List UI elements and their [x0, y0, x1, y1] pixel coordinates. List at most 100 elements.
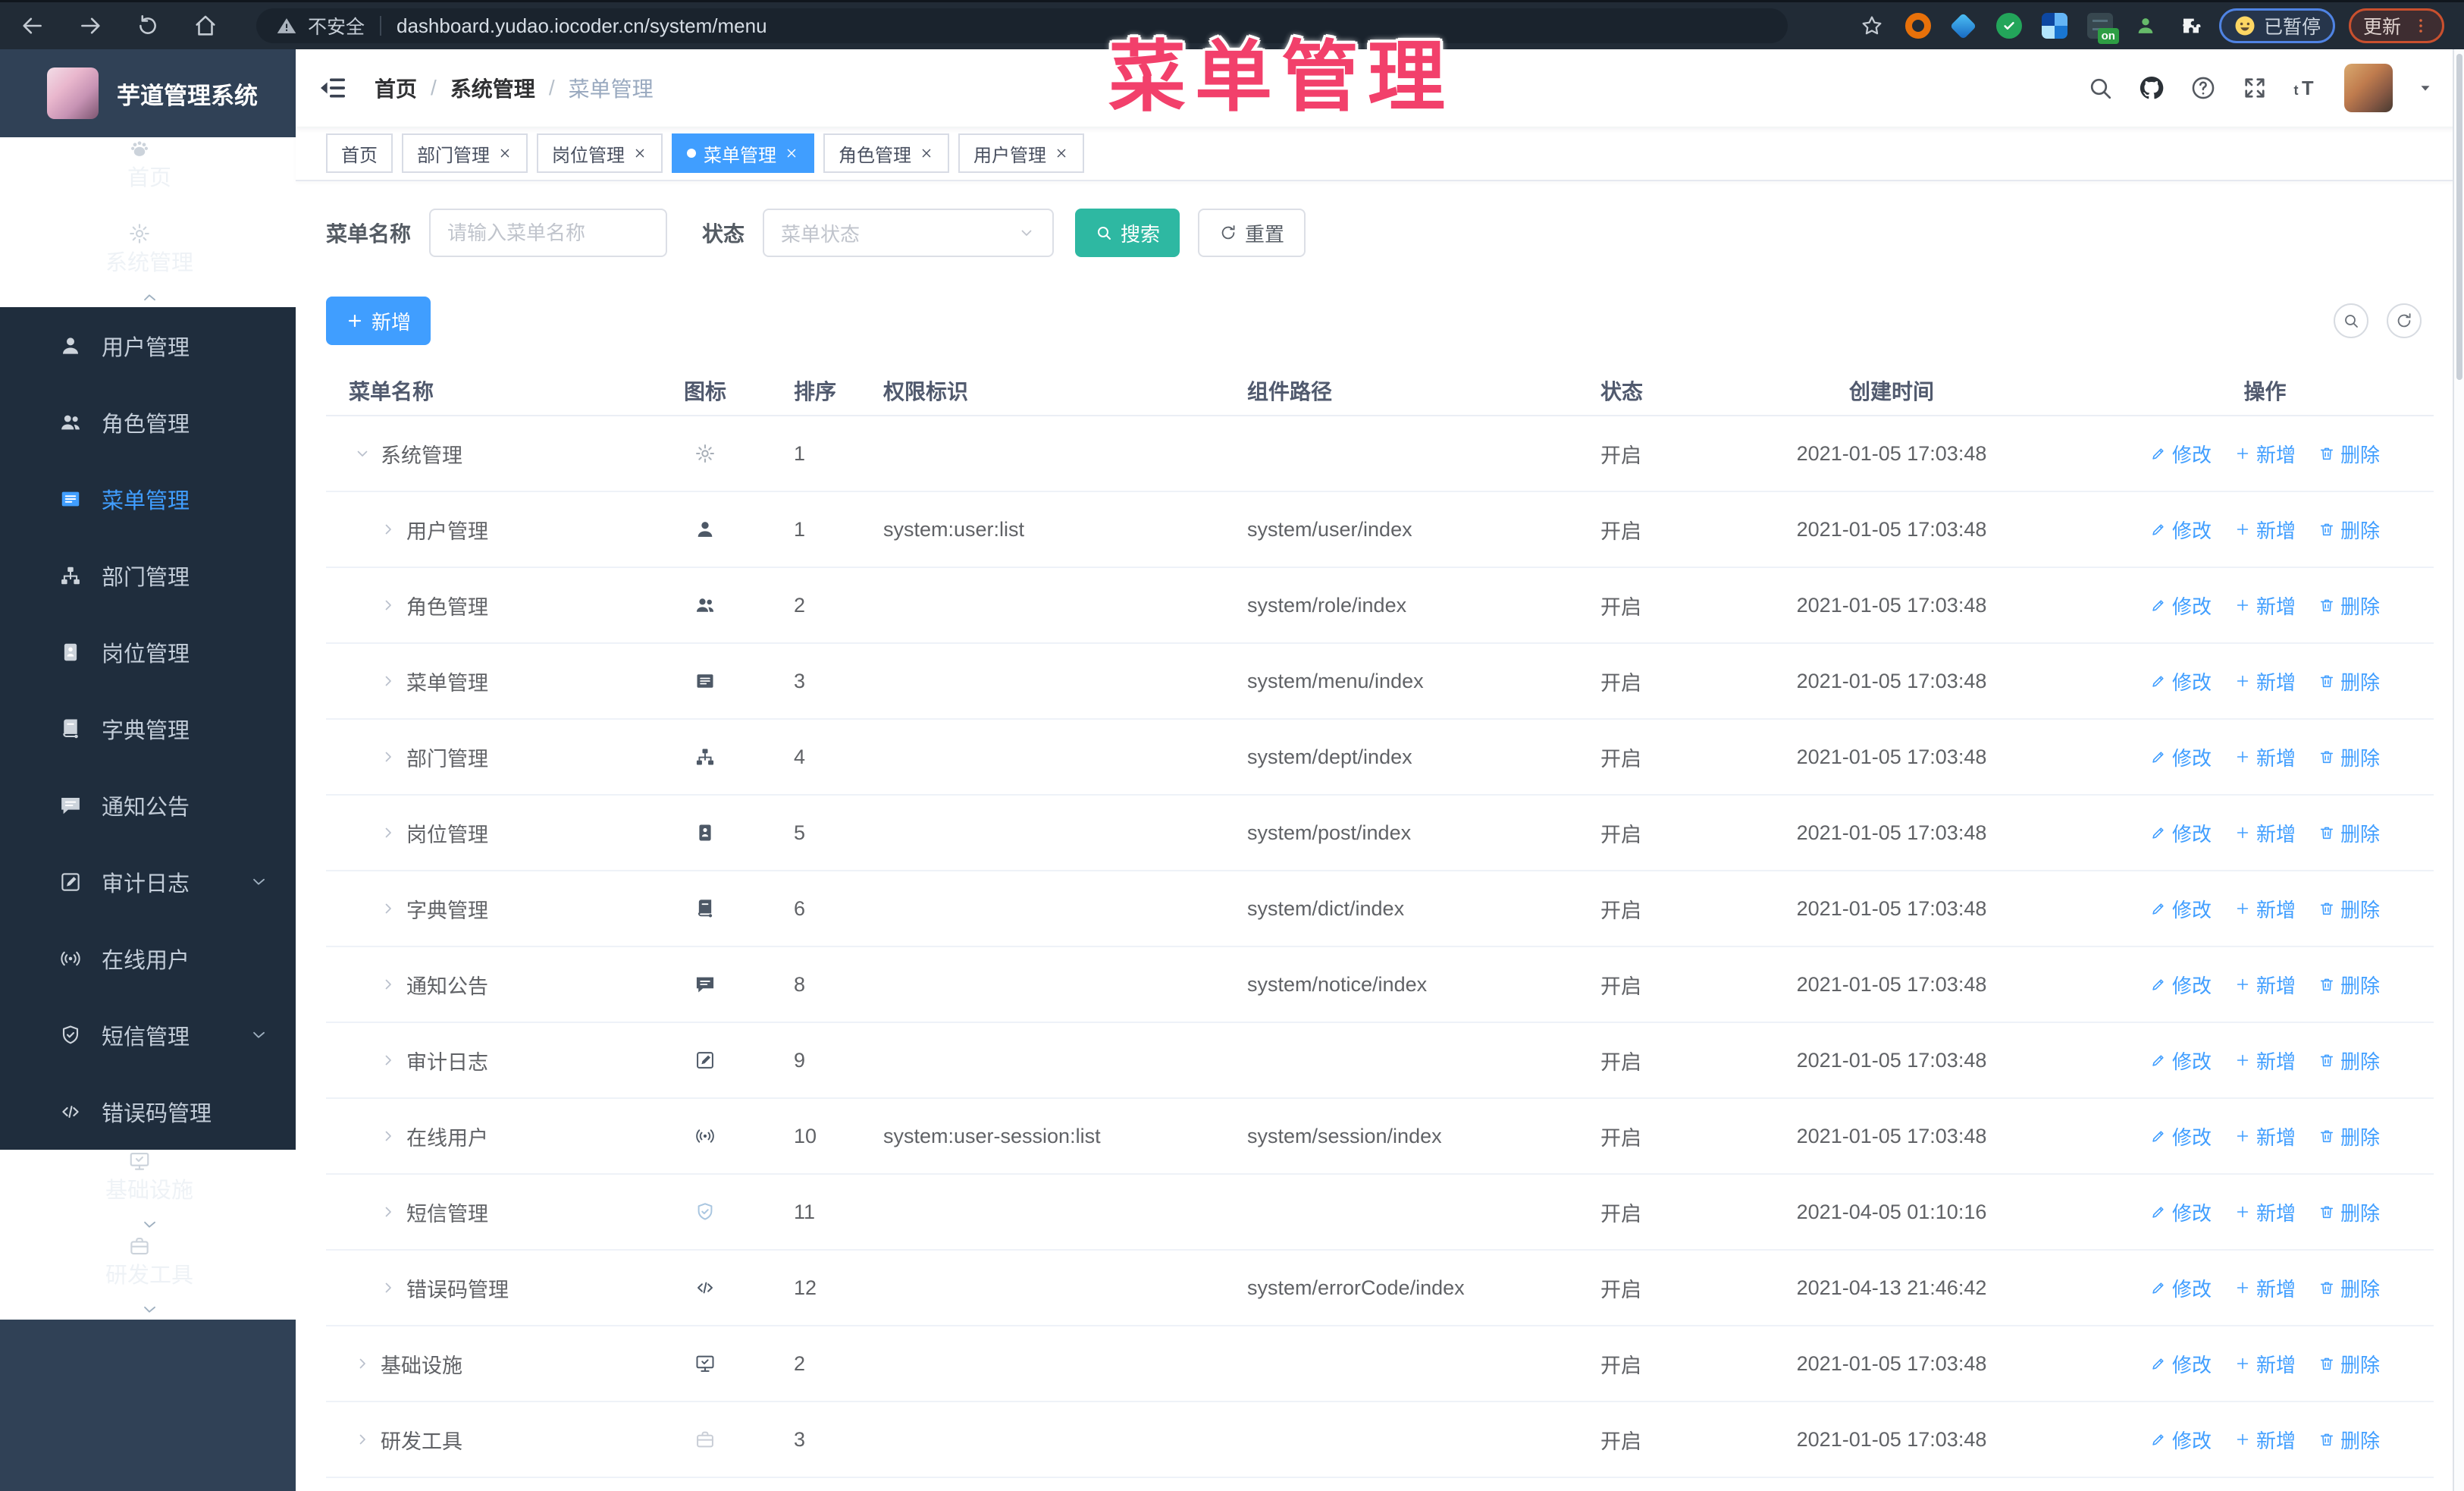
- delete-link[interactable]: 删除: [2318, 592, 2380, 620]
- status-select[interactable]: 菜单状态: [763, 209, 1055, 257]
- add-button[interactable]: 新增: [326, 297, 431, 345]
- browser-menu-dots-icon[interactable]: [2412, 17, 2430, 35]
- sidebar-item-notice[interactable]: 通知公告: [0, 767, 296, 843]
- sidebar-item-dept[interactable]: 部门管理: [0, 537, 296, 614]
- forward-icon[interactable]: [77, 13, 103, 39]
- tab-home[interactable]: 首页: [326, 133, 393, 173]
- edit-link[interactable]: 修改: [2150, 1426, 2212, 1454]
- add-child-link[interactable]: 新增: [2234, 819, 2296, 847]
- sidebar-item-audit-log[interactable]: 审计日志: [0, 843, 296, 920]
- edit-link[interactable]: 修改: [2150, 1047, 2212, 1075]
- sidebar-collapse-icon[interactable]: [318, 73, 349, 103]
- extension-icon-green-check[interactable]: [1995, 13, 2022, 39]
- delete-link[interactable]: 删除: [2318, 440, 2380, 468]
- add-child-link[interactable]: 新增: [2234, 1350, 2296, 1378]
- breadcrumb-system[interactable]: 系统管理: [450, 73, 535, 103]
- home-icon[interactable]: [193, 13, 218, 39]
- add-child-link[interactable]: 新增: [2234, 592, 2296, 620]
- search-icon[interactable]: [2086, 74, 2114, 102]
- search-button[interactable]: 搜索: [1075, 209, 1180, 257]
- menu-name-input[interactable]: [429, 209, 668, 257]
- address-bar[interactable]: 不安全 dashboard.yudao.iocoder.cn/system/me…: [256, 8, 1788, 43]
- app-logo[interactable]: 芋道管理系统: [0, 49, 296, 137]
- sidebar-item-infra[interactable]: 基础设施: [0, 1150, 296, 1235]
- table-row[interactable]: 在线用户 10 system:user-session:list system/ses…: [326, 1099, 2434, 1175]
- tab-menu[interactable]: 菜单管理: [672, 133, 814, 173]
- delete-link[interactable]: 删除: [2318, 1047, 2380, 1075]
- add-child-link[interactable]: 新增: [2234, 971, 2296, 999]
- extension-icon-person[interactable]: [2133, 13, 2158, 39]
- table-row[interactable]: 研发工具 3 开启 2021-01-05 17:03:48 修改 新增 删除: [326, 1402, 2434, 1478]
- table-row[interactable]: 通知公告 8 system/notice/index 开启 2021-01-05 17:…: [326, 947, 2434, 1023]
- toggle-search-button[interactable]: [2334, 303, 2368, 338]
- edit-link[interactable]: 修改: [2150, 1122, 2212, 1150]
- table-row[interactable]: 字典管理 6 system/dict/index 开启 2021-01-05 17:03…: [326, 871, 2434, 947]
- sidebar-item-role[interactable]: 角色管理: [0, 384, 296, 460]
- extension-icon-gem[interactable]: [1950, 12, 1977, 39]
- tab-role[interactable]: 角色管理: [823, 133, 949, 173]
- avatar[interactable]: [2344, 64, 2393, 112]
- sidebar-item-dict[interactable]: 字典管理: [0, 690, 296, 767]
- edit-link[interactable]: 修改: [2150, 971, 2212, 999]
- delete-link[interactable]: 删除: [2318, 971, 2380, 999]
- github-icon[interactable]: [2138, 74, 2165, 102]
- sidebar-item-system[interactable]: 系统管理: [0, 222, 296, 307]
- add-child-link[interactable]: 新增: [2234, 1426, 2296, 1454]
- edit-link[interactable]: 修改: [2150, 516, 2212, 544]
- table-row[interactable]: 系统管理 1 开启 2021-01-05 17:03:48 修改 新增 删除: [326, 416, 2434, 492]
- add-child-link[interactable]: 新增: [2234, 440, 2296, 468]
- tab-post[interactable]: 岗位管理: [537, 133, 663, 173]
- reload-icon[interactable]: [135, 13, 161, 39]
- edit-link[interactable]: 修改: [2150, 743, 2212, 771]
- delete-link[interactable]: 删除: [2318, 1426, 2380, 1454]
- delete-link[interactable]: 删除: [2318, 667, 2380, 695]
- table-row[interactable]: 菜单管理 3 system/menu/index 开启 2021-01-05 17:03…: [326, 644, 2434, 720]
- bookmark-star-icon[interactable]: [1860, 14, 1884, 38]
- edit-link[interactable]: 修改: [2150, 440, 2212, 468]
- table-row[interactable]: 短信管理 11 开启 2021-04-05 01:10:16 修改 新增 删除: [326, 1175, 2434, 1251]
- add-child-link[interactable]: 新增: [2234, 1198, 2296, 1226]
- browser-update-button[interactable]: 更新: [2348, 8, 2444, 43]
- edit-link[interactable]: 修改: [2150, 667, 2212, 695]
- help-icon[interactable]: [2190, 74, 2217, 102]
- fullscreen-icon[interactable]: [2241, 74, 2268, 102]
- delete-link[interactable]: 删除: [2318, 743, 2380, 771]
- delete-link[interactable]: 删除: [2318, 1122, 2380, 1150]
- page-scrollbar[interactable]: [2453, 49, 2464, 1491]
- edit-link[interactable]: 修改: [2150, 819, 2212, 847]
- extension-paused-badge[interactable]: 已暂停: [2218, 8, 2335, 43]
- sidebar-item-menu[interactable]: 菜单管理: [0, 460, 296, 537]
- extension-icon-server[interactable]: on: [2086, 13, 2119, 44]
- sidebar-item-post[interactable]: 岗位管理: [0, 614, 296, 690]
- add-child-link[interactable]: 新增: [2234, 1274, 2296, 1302]
- table-row[interactable]: 部门管理 4 system/dept/index 开启 2021-01-05 17:03…: [326, 720, 2434, 796]
- chevron-down-icon[interactable]: [2417, 80, 2434, 96]
- sidebar-item-user[interactable]: 用户管理: [0, 307, 296, 384]
- add-child-link[interactable]: 新增: [2234, 667, 2296, 695]
- delete-link[interactable]: 删除: [2318, 1198, 2380, 1226]
- add-child-link[interactable]: 新增: [2234, 1047, 2296, 1075]
- table-row[interactable]: 错误码管理 12 system/errorCode/index 开启 2021-04-1…: [326, 1251, 2434, 1326]
- edit-link[interactable]: 修改: [2150, 1274, 2212, 1302]
- tab-dept[interactable]: 部门管理: [402, 133, 528, 173]
- table-row[interactable]: 岗位管理 5 system/post/index 开启 2021-01-05 17:03…: [326, 796, 2434, 871]
- sidebar-item-sms[interactable]: 短信管理: [0, 997, 296, 1073]
- delete-link[interactable]: 删除: [2318, 1350, 2380, 1378]
- edit-link[interactable]: 修改: [2150, 895, 2212, 923]
- delete-link[interactable]: 删除: [2318, 1274, 2380, 1302]
- extensions-puzzle-icon[interactable]: [2178, 13, 2204, 39]
- sidebar-item-home[interactable]: 首页: [0, 137, 296, 222]
- scrollbar-thumb[interactable]: [2456, 54, 2462, 380]
- delete-link[interactable]: 删除: [2318, 895, 2380, 923]
- edit-link[interactable]: 修改: [2150, 1198, 2212, 1226]
- breadcrumb-home[interactable]: 首页: [375, 73, 417, 103]
- edit-link[interactable]: 修改: [2150, 1350, 2212, 1378]
- delete-link[interactable]: 删除: [2318, 819, 2380, 847]
- font-size-icon[interactable]: tT: [2293, 74, 2320, 102]
- table-row[interactable]: 审计日志 9 开启 2021-01-05 17:03:48 修改 新增 删除: [326, 1023, 2434, 1099]
- tab-user[interactable]: 用户管理: [958, 133, 1084, 173]
- extension-icon-grid[interactable]: [2041, 13, 2067, 39]
- add-child-link[interactable]: 新增: [2234, 516, 2296, 544]
- edit-link[interactable]: 修改: [2150, 592, 2212, 620]
- sidebar-item-online-user[interactable]: 在线用户: [0, 920, 296, 997]
